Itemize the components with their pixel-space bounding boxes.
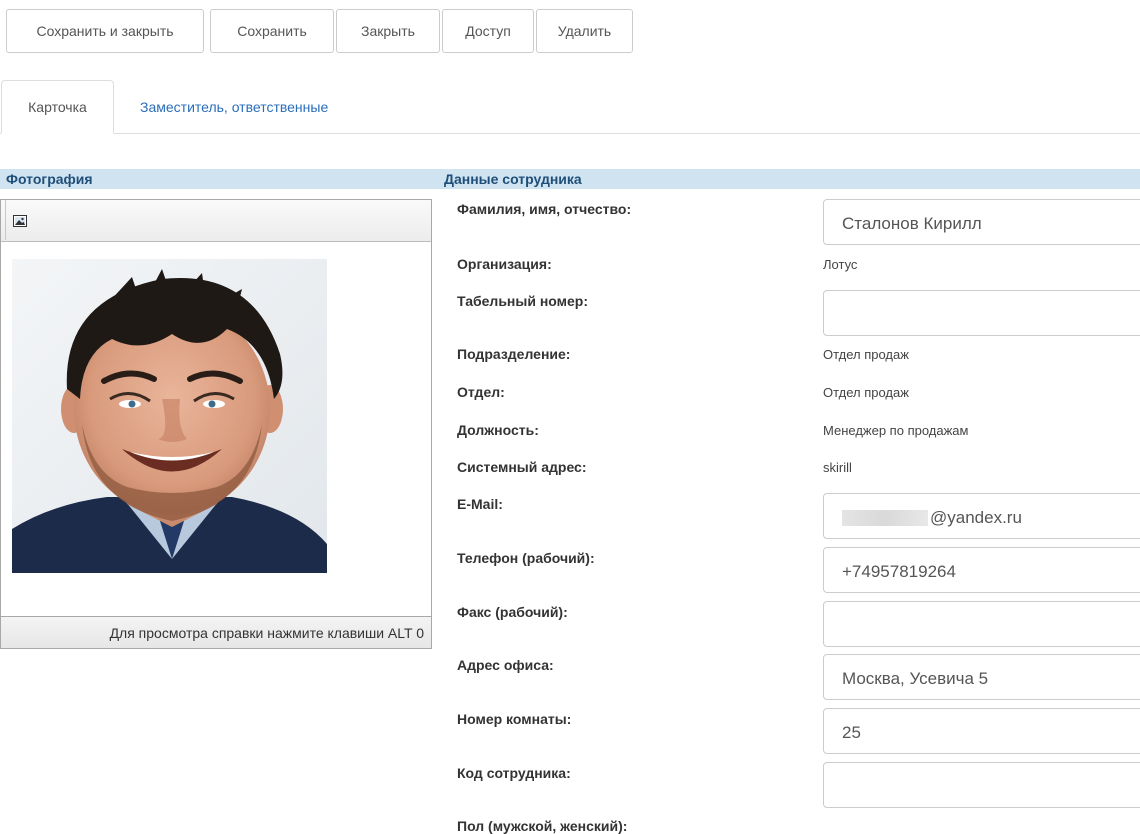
personnel-number-field[interactable] — [823, 290, 1140, 336]
toolbar-divider — [5, 200, 6, 240]
work-phone-label: Телефон (рабочий): — [457, 550, 595, 566]
work-fax-label: Факс (рабочий): — [457, 604, 568, 620]
work-fax-field[interactable] — [823, 601, 1140, 647]
personnel-number-label: Табельный номер: — [457, 293, 589, 309]
photo-panel: Для просмотра справки нажмите клавиши AL… — [0, 199, 432, 649]
full-name-field[interactable]: Сталонов Кирилл — [823, 199, 1140, 245]
delete-button[interactable]: Удалить — [536, 9, 633, 53]
employee-code-field[interactable] — [823, 762, 1140, 808]
office-address-label: Адрес офиса: — [457, 657, 554, 673]
email-domain: @yandex.ru — [930, 508, 1022, 527]
organization-value: Лотус — [823, 257, 858, 272]
email-field[interactable]: @yandex.ru — [823, 493, 1140, 539]
system-address-label: Системный адрес: — [457, 459, 587, 475]
save-button[interactable]: Сохранить — [210, 9, 334, 53]
position-value: Менеджер по продажам — [823, 423, 969, 438]
division-label: Подразделение: — [457, 346, 571, 362]
work-phone-field[interactable]: +74957819264 — [823, 547, 1140, 593]
photo-toolbar — [1, 200, 431, 242]
tab-card[interactable]: Карточка — [1, 80, 114, 134]
division-value: Отдел продаж — [823, 347, 909, 362]
close-button[interactable]: Закрыть — [336, 9, 440, 53]
system-address-value: skirill — [823, 460, 852, 475]
insert-image-icon[interactable] — [13, 215, 27, 227]
department-label: Отдел: — [457, 384, 505, 400]
photo-section-title: Фотография — [0, 169, 432, 189]
photo-help-text: Для просмотра справки нажмите клавиши AL… — [1, 616, 431, 648]
gender-label: Пол (мужской, женский): — [457, 818, 628, 834]
employee-section-title: Данные сотрудника — [432, 169, 1140, 189]
email-label: E-Mail: — [457, 496, 503, 512]
tab-deputy-responsible[interactable]: Заместитель, ответственные — [140, 80, 328, 133]
employee-photo — [12, 259, 327, 573]
position-label: Должность: — [457, 422, 539, 438]
save-and-close-button[interactable]: Сохранить и закрыть — [6, 9, 204, 53]
access-button[interactable]: Доступ — [442, 9, 534, 53]
tab-bar: Карточка Заместитель, ответственные — [0, 80, 1140, 134]
redacted-email-username — [842, 510, 928, 526]
room-number-label: Номер комнаты: — [457, 711, 572, 727]
department-value: Отдел продаж — [823, 385, 909, 400]
room-number-field[interactable]: 25 — [823, 708, 1140, 754]
employee-code-label: Код сотрудника: — [457, 765, 571, 781]
office-address-field[interactable]: Москва, Усевича 5 — [823, 654, 1140, 700]
organization-label: Организация: — [457, 256, 552, 272]
full-name-label: Фамилия, имя, отчество: — [457, 201, 632, 217]
